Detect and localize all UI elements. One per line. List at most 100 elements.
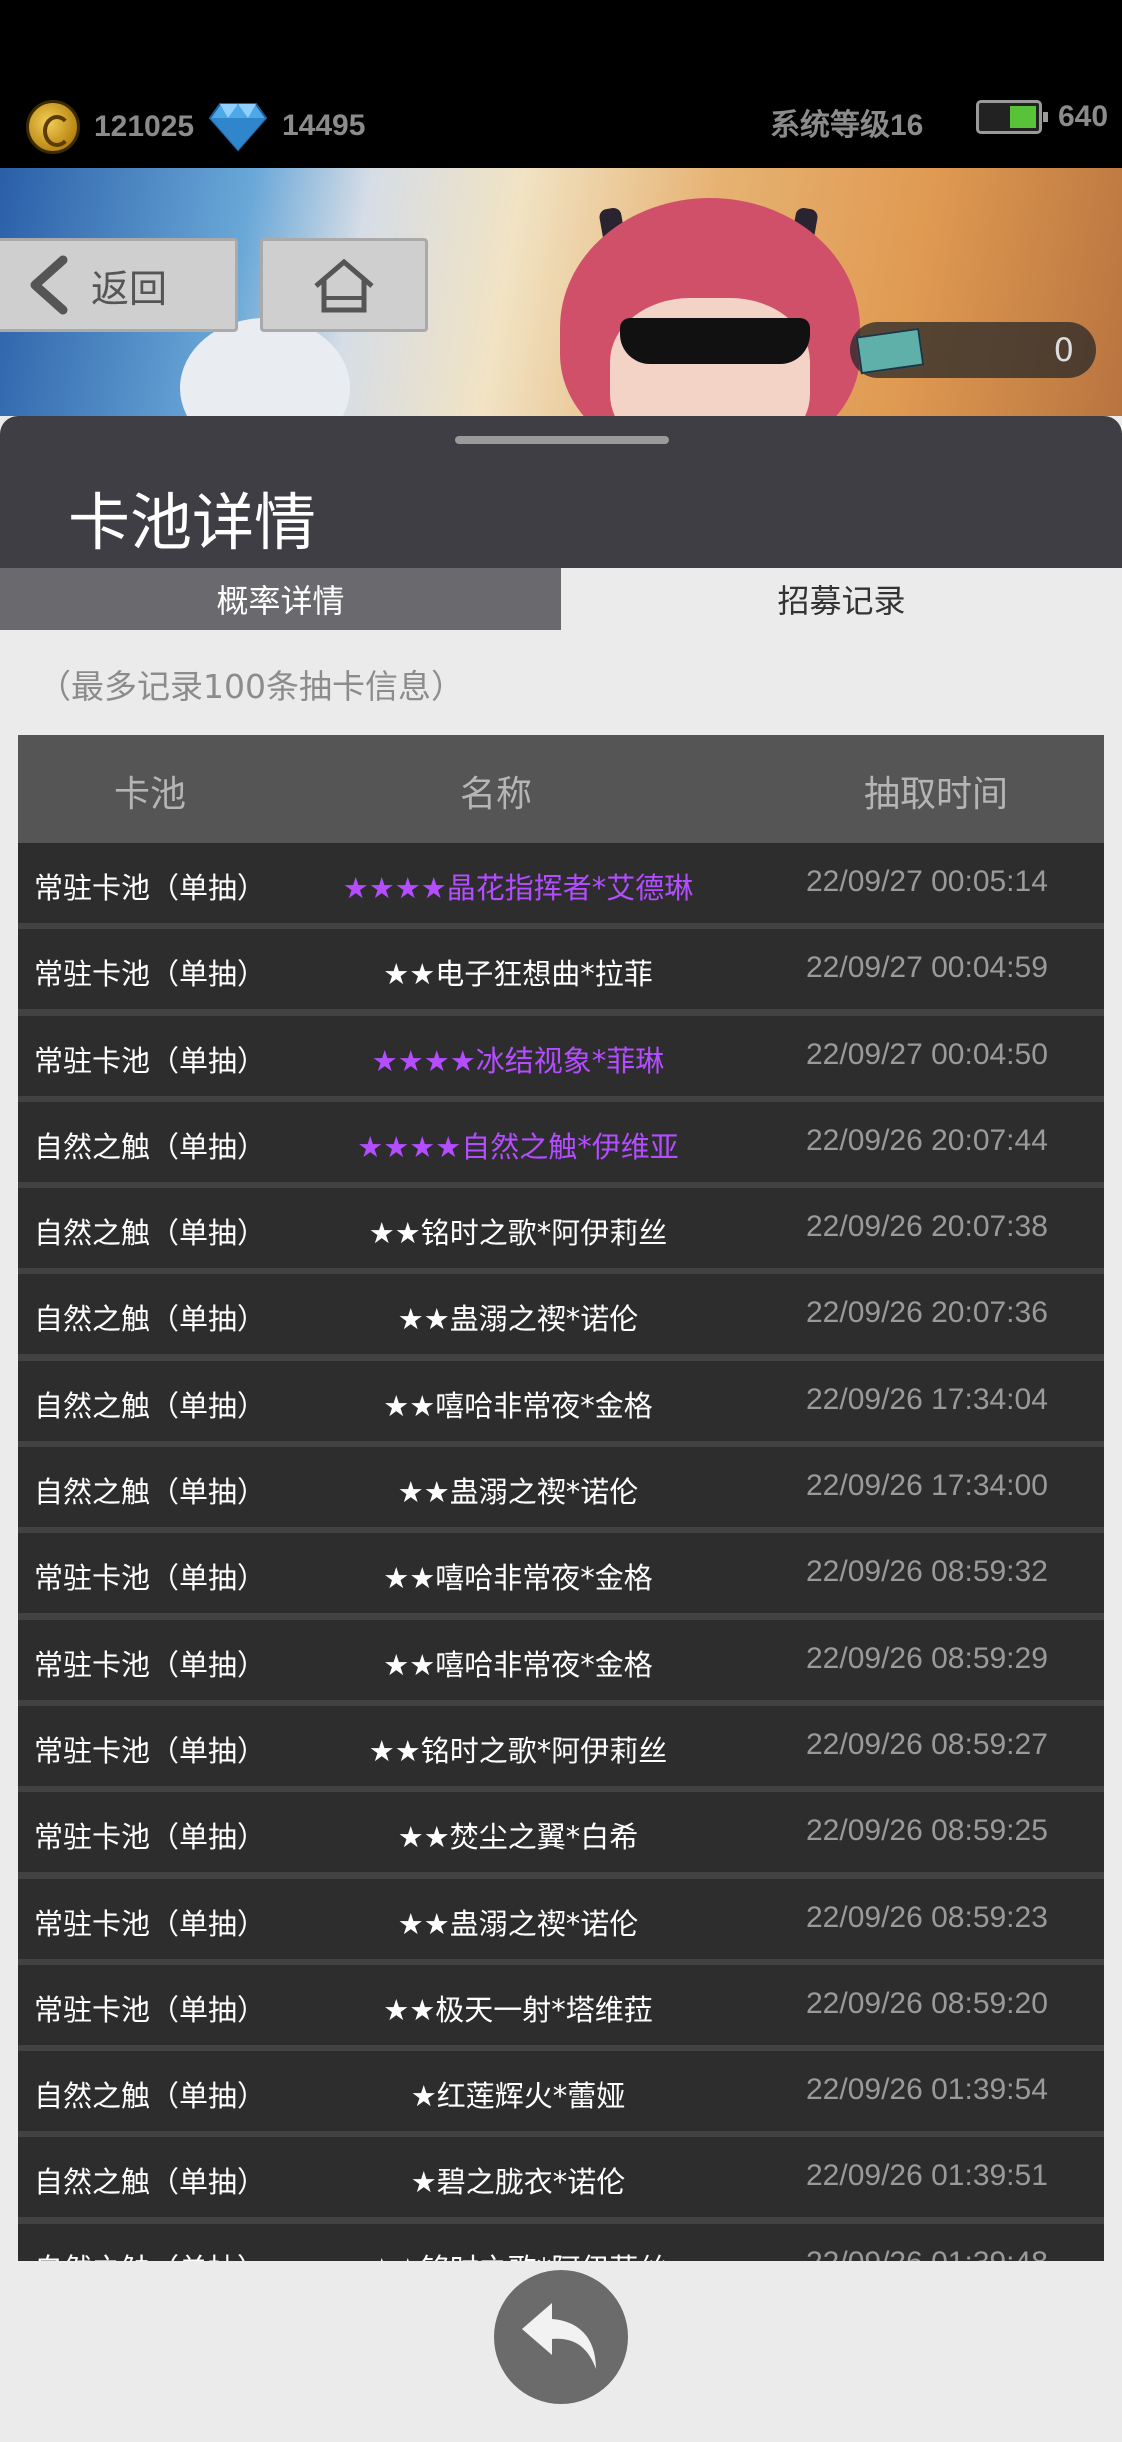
row-card-name: ★红莲辉火*蕾娅	[410, 2079, 626, 2114]
row-time: 22/09/26 20:07:38	[806, 1210, 1048, 1244]
row-time: 22/09/27 00:04:59	[806, 951, 1048, 985]
tab-recruit-records[interactable]: 招募记录	[561, 568, 1122, 630]
table-header: 卡池 名称 抽取时间	[18, 735, 1104, 843]
ticket-counter: 0	[850, 322, 1096, 378]
tab-bar: 概率详情 招募记录	[0, 568, 1122, 630]
table-row: 常驻卡池（单抽） ★★电子狂想曲*拉菲 22/09/27 00:04:59	[18, 929, 1104, 1010]
column-header-time: 抽取时间	[864, 774, 1009, 815]
diamond-icon	[208, 103, 268, 152]
row-card-name: ★★蛊溺之禊*诺伦	[397, 1302, 639, 1337]
ticket-count: 0	[1053, 331, 1074, 369]
stamina-display: 640	[976, 100, 1108, 134]
row-card-name: ★★极天一射*塔维菈	[383, 1992, 653, 2027]
row-card-name: ★★电子狂想曲*拉菲	[383, 957, 653, 992]
gold-amount: 121025	[94, 110, 195, 143]
table-row: 自然之触（单抽） ★碧之胧衣*诺伦 22/09/26 01:39:51	[18, 2137, 1104, 2218]
record-table[interactable]: 卡池 名称 抽取时间 常驻卡池（单抽） ★★★★晶花指挥者*艾德琳 22/09/27…	[18, 735, 1104, 2261]
character-sunglasses	[620, 318, 810, 364]
row-card-name: ★★蛊溺之禊*诺伦	[397, 1475, 639, 1510]
table-row: 常驻卡池（单抽） ★★极天一射*塔维菈 22/09/26 08:59:20	[18, 1964, 1104, 2045]
row-time: 22/09/26 08:59:23	[806, 1900, 1048, 1934]
chevron-left-icon	[30, 255, 68, 315]
drag-handle[interactable]	[455, 436, 669, 444]
return-arrow-icon	[522, 2303, 596, 2369]
row-card-name: ★★嘻哈非常夜*金格	[383, 1561, 653, 1596]
table-row: 常驻卡池（单抽） ★★蛊溺之禊*诺伦 22/09/26 08:59:23	[18, 1878, 1104, 1959]
row-pool: 自然之触（单抽）	[34, 2246, 266, 2261]
table-body: 常驻卡池（单抽） ★★★★晶花指挥者*艾德琳 22/09/27 00:05:14 常驻…	[18, 843, 1104, 2261]
row-pool: 常驻卡池（单抽）	[34, 1043, 267, 1078]
table-row: 自然之触（单抽） ★★嘻哈非常夜*金格 22/09/26 17:34:04	[18, 1360, 1104, 1441]
row-pool: 自然之触（单抽）	[34, 1388, 267, 1423]
status-bar: 121025 14495 系统等级16 640	[0, 0, 1122, 168]
table-row: 常驻卡池（单抽） ★★铭时之歌*阿伊莉丝 22/09/26 08:59:27	[18, 1705, 1104, 1786]
row-time: 22/09/26 20:07:36	[806, 1296, 1048, 1330]
tab-label: 概率详情	[216, 582, 345, 620]
row-card-name: ★★嘻哈非常夜*金格	[383, 1647, 653, 1682]
row-pool: 常驻卡池（单抽）	[34, 871, 267, 905]
system-level: 系统等级16	[770, 100, 923, 144]
tab-probability[interactable]: 概率详情	[0, 568, 561, 630]
table-row: 自然之触（单抽）★★铭时之歌*阿伊莉丝 22/09/26 01:39:48	[18, 2223, 1104, 2261]
gold-coin-icon	[26, 100, 80, 154]
diamond-display: 14495	[208, 100, 365, 152]
back-button[interactable]: 返回	[0, 238, 238, 332]
row-time: 22/09/26 01:39:54	[806, 2073, 1048, 2107]
table-row: 自然之触（单抽） ★★★★自然之触*伊维亚 22/09/26 20:07:44	[18, 1101, 1104, 1182]
row-time: 22/09/27 00:05:14	[806, 865, 1048, 898]
row-card-name: ★★蛊溺之禊*诺伦	[397, 1906, 639, 1941]
row-time: 22/09/27 00:04:50	[806, 1037, 1048, 1071]
table-row: 自然之触（单抽） ★红莲辉火*蕾娅 22/09/26 01:39:54	[18, 2051, 1104, 2132]
table-row: 常驻卡池（单抽） ★★焚尘之翼*白希 22/09/26 08:59:25	[18, 1792, 1104, 1873]
table-row: 常驻卡池（单抽） ★★嘻哈非常夜*金格 22/09/26 08:59:29	[18, 1619, 1104, 1700]
row-card-name: ★★★★自然之触*伊维亚	[357, 1129, 679, 1164]
row-time: 22/09/26 08:59:27	[806, 1727, 1048, 1761]
table-row: 常驻卡池（单抽） ★★嘻哈非常夜*金格 22/09/26 08:59:32	[18, 1533, 1104, 1614]
row-pool: 自然之触（单抽）	[34, 1129, 267, 1164]
row-pool: 自然之触（单抽）	[34, 1216, 267, 1251]
row-time: 22/09/26 08:59:20	[806, 1986, 1048, 2020]
row-time: 22/09/26 08:59:25	[806, 1814, 1048, 1848]
row-time: 22/09/26 01:39:51	[806, 2159, 1048, 2193]
row-pool: 常驻卡池（单抽）	[34, 1820, 267, 1855]
return-button[interactable]	[494, 2270, 628, 2404]
system-level-text: 系统等级16	[770, 109, 924, 142]
panel-title: 卡池详情	[68, 486, 317, 559]
ticket-icon	[855, 327, 925, 375]
row-card-name: ★★嘻哈非常夜*金格	[383, 1388, 653, 1423]
row-time: 22/09/26 20:07:44	[806, 1123, 1048, 1157]
row-time: 22/09/26 17:34:04	[806, 1382, 1048, 1416]
row-pool: 常驻卡池（单抽）	[34, 1906, 267, 1941]
battery-icon	[976, 100, 1048, 134]
home-icon	[314, 258, 374, 313]
gold-display: 121025	[26, 100, 194, 154]
row-time: 22/09/26 17:34:00	[806, 1469, 1048, 1503]
row-card-name: ★★★★晶花指挥者*艾德琳	[342, 871, 694, 905]
row-pool: 自然之触（单抽）	[34, 2165, 267, 2200]
row-card-name: ★碧之胧衣*诺伦	[410, 2165, 626, 2200]
stamina-amount: 640	[1058, 100, 1109, 133]
diamond-amount: 14495	[282, 109, 366, 142]
table-row: 自然之触（单抽） ★★蛊溺之禊*诺伦 22/09/26 17:34:00	[18, 1447, 1104, 1528]
column-header-name: 名称	[460, 774, 533, 815]
panel-header: 卡池详情	[0, 416, 1122, 568]
row-pool: 自然之触（单抽）	[34, 2079, 267, 2114]
row-pool: 自然之触（单抽）	[34, 1475, 267, 1510]
column-header-pool: 卡池	[114, 774, 187, 815]
row-card-name: ★★★★冰结视象*菲琳	[371, 1043, 665, 1078]
row-pool: 常驻卡池（单抽）	[34, 1561, 267, 1596]
table-row: 自然之触（单抽） ★★铭时之歌*阿伊莉丝 22/09/26 20:07:38	[18, 1188, 1104, 1269]
row-card-name: ★★铭时之歌*阿伊莉丝	[368, 1216, 668, 1251]
row-card-name: ★★铭时之歌*阿伊莉丝	[248, 2246, 788, 2261]
tab-label: 招募记录	[777, 582, 906, 620]
row-time: 22/09/26 01:39:48	[806, 2246, 1048, 2261]
row-time: 22/09/26 08:59:32	[806, 1555, 1048, 1589]
record-limit-note: （最多记录100条抽卡信息）	[38, 667, 464, 706]
row-pool: 常驻卡池（单抽）	[34, 957, 267, 992]
table-row: 自然之触（单抽） ★★蛊溺之禊*诺伦 22/09/26 20:07:36	[18, 1274, 1104, 1355]
row-pool: 自然之触（单抽）	[34, 1302, 267, 1337]
row-pool: 常驻卡池（单抽）	[34, 1733, 267, 1768]
row-pool: 常驻卡池（单抽）	[34, 1992, 267, 2027]
back-label: 返回	[91, 266, 168, 311]
home-button[interactable]	[260, 238, 428, 332]
